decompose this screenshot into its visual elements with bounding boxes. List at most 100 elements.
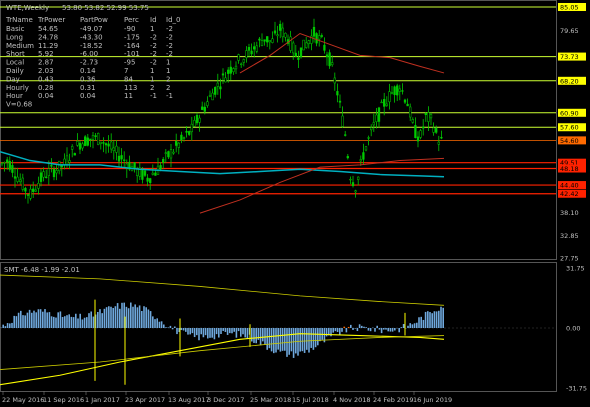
table-cell: Medium <box>6 42 34 50</box>
table-cell: 54.65 <box>38 25 58 33</box>
smt-envelope-top <box>0 274 445 306</box>
price-tick-label: 85.05 <box>560 4 579 12</box>
candle-body <box>97 133 100 145</box>
candle-body <box>151 172 154 175</box>
table-cell: -90 <box>124 25 135 33</box>
candle-body <box>276 34 279 37</box>
candle-body <box>141 170 144 180</box>
table-cell: -164 <box>124 42 140 50</box>
candle-body <box>380 101 383 104</box>
candle-body <box>318 35 321 40</box>
table-cell: Short <box>6 50 25 58</box>
candle-body <box>71 146 74 150</box>
candle-body <box>383 99 386 107</box>
candle-body <box>305 42 308 48</box>
candle-body <box>411 119 414 123</box>
date-tick-label: 25 Mar 2018 <box>250 396 291 404</box>
table-cell: -18.52 <box>80 42 103 50</box>
candle-body <box>24 187 27 192</box>
candle-body <box>115 145 118 153</box>
candle-body <box>401 90 404 92</box>
table-header: PartPow <box>80 16 108 24</box>
indicator-axis: 31.75 0.00 -31.75 <box>566 265 587 393</box>
candle-body <box>284 32 287 38</box>
price-tick-label: 79.65 <box>560 27 579 35</box>
candle-body <box>193 120 196 127</box>
candle-body <box>268 40 271 43</box>
candle-body <box>123 159 126 161</box>
candle-body <box>89 138 92 141</box>
candle-body <box>289 36 292 51</box>
candle-body <box>328 52 331 67</box>
table-cell: 0.14 <box>80 67 96 75</box>
table-cell: -49.07 <box>80 25 103 33</box>
table-cell: -43.30 <box>80 33 103 41</box>
table-cell: 2 <box>150 84 154 92</box>
table-header: Id <box>150 16 157 24</box>
table-cell: Local <box>6 59 24 67</box>
candle-body <box>112 147 115 152</box>
candle-body <box>195 115 199 124</box>
table-cell: 1 <box>166 59 170 67</box>
price-tick-label: 68.20 <box>560 77 579 85</box>
smt-signal-line <box>0 333 445 386</box>
table-cell: -2 <box>150 33 157 41</box>
candle-body <box>320 35 323 37</box>
candle-body <box>136 168 139 176</box>
candle-body <box>159 165 162 170</box>
candle-body <box>146 177 149 182</box>
candle-body <box>372 122 375 126</box>
candle-body <box>422 126 425 129</box>
candle-body <box>432 127 435 133</box>
price-tick-label: 32.85 <box>560 232 579 240</box>
price-tick-label: 42.42 <box>560 190 579 198</box>
candle-body <box>63 158 66 166</box>
smt-envelope-bottom <box>0 335 445 370</box>
candle-body <box>117 155 121 162</box>
candle-body <box>312 26 316 37</box>
indicator-tick-label: 0.00 <box>566 325 580 333</box>
candle-body <box>390 92 394 94</box>
candle-body <box>32 188 35 192</box>
table-cell: Daily <box>6 67 24 75</box>
candle-body <box>73 153 76 156</box>
candle-body <box>253 46 256 50</box>
candle-body <box>429 114 433 119</box>
chart-area[interactable]: WTE,Weekly 53.80 53.82 52.99 53.75 TrNam… <box>0 0 590 407</box>
table-cell: -2 <box>150 50 157 58</box>
symbol-title: WTE,Weekly <box>6 4 49 12</box>
candle-body <box>302 39 305 51</box>
moving-average-red-long <box>199 157 445 214</box>
candle-body <box>110 141 113 150</box>
candle-body <box>3 162 6 164</box>
candle-body <box>292 42 295 54</box>
date-tick-label: 24 Feb 2019 <box>373 396 413 404</box>
candle-body <box>354 190 357 193</box>
candle-body <box>76 140 79 146</box>
table-cell: 0.31 <box>80 84 96 92</box>
candle-body <box>68 160 71 163</box>
candle-body <box>247 47 251 51</box>
price-tick-label: 48.18 <box>560 165 579 173</box>
candle-body <box>409 106 412 118</box>
candle-body <box>349 178 352 181</box>
table-header: TrPower <box>37 16 65 24</box>
candle-body <box>8 161 11 170</box>
price-tick-label: 60.90 <box>560 109 579 117</box>
table-header: TrName <box>5 16 33 24</box>
candle-body <box>221 73 225 76</box>
candle-body <box>338 100 342 103</box>
candle-body <box>47 168 50 176</box>
candle-body <box>377 107 381 122</box>
price-axis: 85.0579.6573.7368.2060.9057.6054.6049.51… <box>558 3 586 263</box>
table-cell: 2.87 <box>38 59 54 67</box>
table-cell: -6.00 <box>80 50 98 58</box>
table-cell: 11.29 <box>38 42 58 50</box>
indicator-tick-label: 31.75 <box>566 265 585 273</box>
candle-body <box>419 130 422 138</box>
candle-body <box>169 149 173 159</box>
table-cell: 11 <box>124 92 133 100</box>
candle-body <box>19 179 22 182</box>
candle-body <box>162 158 165 163</box>
table-cell: 0.28 <box>38 84 54 92</box>
